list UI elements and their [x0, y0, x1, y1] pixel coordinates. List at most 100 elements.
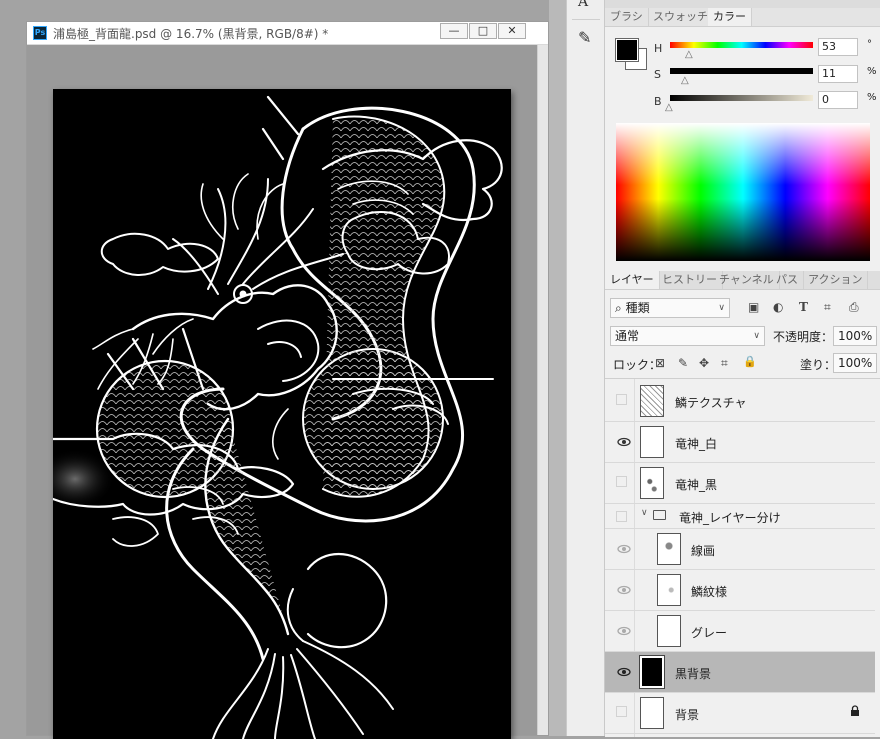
- close-button[interactable]: ✕: [498, 23, 526, 39]
- layer-row-gray[interactable]: グレー: [605, 611, 875, 652]
- saturation-unit: %: [867, 66, 877, 77]
- fill-field[interactable]: 100%: [833, 353, 877, 373]
- panel-gap: [549, 0, 566, 736]
- eye-icon[interactable]: [617, 583, 631, 597]
- tab-swatches[interactable]: スウォッチ: [648, 8, 714, 26]
- hue-slider-thumb[interactable]: △: [685, 50, 693, 60]
- adjustment-filter-icon[interactable]: ◐: [773, 300, 783, 314]
- layer-row-line-art[interactable]: 線画: [605, 529, 875, 570]
- tool-strip: A ✎: [566, 0, 605, 736]
- brightness-label: B: [654, 95, 662, 108]
- smartobject-filter-icon[interactable]: ⎙: [849, 300, 859, 315]
- layer-name[interactable]: 鱗紋様: [691, 583, 727, 600]
- saturation-label: S: [654, 68, 661, 81]
- hue-label: H: [654, 42, 663, 55]
- tab-channels[interactable]: チャンネル: [714, 271, 780, 289]
- opacity-label: 不透明度：: [773, 330, 834, 344]
- brush-tool-icon[interactable]: ✎: [578, 28, 591, 47]
- document-title-bar[interactable]: Ps 浦島極_背面龍.psd @ 16.7% (黒背景, RGB/8#) * —…: [27, 22, 548, 45]
- tab-paths[interactable]: パス: [771, 271, 804, 289]
- visibility-toggle[interactable]: [616, 511, 627, 522]
- lock-position-icon[interactable]: ✥: [699, 356, 709, 370]
- chevron-down-icon: ∨: [718, 303, 725, 313]
- right-panels: ブラシ スウォッチ カラー H △ 53 ° S △ 11 % B △ 0 % …: [605, 0, 880, 737]
- layer-name[interactable]: グレー: [691, 624, 727, 641]
- lock-all-icon[interactable]: 🔒: [743, 355, 757, 368]
- layer-thumbnail: [657, 615, 681, 647]
- lock-transparent-icon[interactable]: ⊠: [655, 356, 665, 370]
- layer-row-background[interactable]: 背景: [605, 693, 875, 734]
- brightness-slider-thumb[interactable]: △: [665, 103, 673, 113]
- saturation-slider[interactable]: [670, 68, 813, 74]
- panel-top-strip: [605, 0, 880, 8]
- layer-row-dragon-white[interactable]: 竜神_白: [605, 422, 875, 463]
- brightness-slider[interactable]: [670, 95, 813, 101]
- dragon-artwork-canvas[interactable]: [53, 89, 511, 739]
- vertical-scrollbar[interactable]: [537, 45, 548, 735]
- lock-label: ロック：: [613, 358, 662, 372]
- layer-name[interactable]: 黒背景: [675, 665, 711, 682]
- visibility-toggle[interactable]: [616, 476, 627, 487]
- layer-row-scale-pattern[interactable]: 鱗紋様: [605, 570, 875, 611]
- tab-color[interactable]: カラー: [708, 8, 752, 26]
- layer-row-scale-texture[interactable]: 鱗テクスチャ: [605, 381, 875, 422]
- hue-unit: °: [867, 39, 872, 50]
- opacity-field[interactable]: 100%: [833, 326, 877, 346]
- layer-thumbnail: [657, 574, 681, 606]
- visibility-toggle[interactable]: [616, 706, 627, 717]
- document-window: Ps 浦島極_背面龍.psd @ 16.7% (黒背景, RGB/8#) * —…: [26, 21, 549, 739]
- layer-thumbnail: [640, 467, 664, 499]
- folder-icon: [653, 510, 666, 520]
- fill-label: 塗り：: [800, 358, 837, 372]
- eye-icon[interactable]: [617, 542, 631, 556]
- tab-actions[interactable]: アクション: [803, 271, 869, 289]
- brightness-value-field[interactable]: 0: [818, 91, 858, 109]
- layer-name[interactable]: 鱗テクスチャ: [675, 394, 747, 411]
- canvas-area[interactable]: [27, 45, 548, 739]
- lock-icon: [850, 705, 860, 717]
- blend-mode-dropdown[interactable]: 通常 ∨: [610, 326, 765, 346]
- layer-row-black-background[interactable]: 黒背景: [605, 652, 875, 693]
- color-spectrum[interactable]: [616, 123, 870, 261]
- layer-list: 鱗テクスチャ 竜神_白 竜神_黒 ∨ 竜神_レイヤー分け 線画 鱗紋様 グレー …: [605, 378, 880, 737]
- spectrum-scroll: [870, 190, 880, 260]
- layer-thumbnail: [639, 655, 665, 689]
- layers-panel-tabs: レイヤー ヒストリー チャンネル パス アクション: [605, 271, 880, 290]
- eye-icon[interactable]: [617, 665, 631, 679]
- layer-name[interactable]: 竜神_黒: [675, 476, 717, 493]
- type-tool-icon[interactable]: A: [578, 0, 588, 10]
- hue-slider[interactable]: [670, 42, 813, 48]
- shape-filter-icon[interactable]: ⌗: [824, 300, 831, 315]
- tab-brush[interactable]: ブラシ: [605, 8, 649, 26]
- layer-name[interactable]: 線画: [691, 542, 715, 559]
- layer-thumbnail: [640, 697, 664, 729]
- search-icon: ⌕: [615, 301, 622, 315]
- layer-thumbnail: [657, 533, 681, 565]
- saturation-slider-thumb[interactable]: △: [681, 76, 689, 86]
- minimize-button[interactable]: —: [440, 23, 468, 39]
- layer-name[interactable]: 背景: [675, 706, 699, 723]
- color-panel-tabs: ブラシ スウォッチ カラー: [605, 8, 880, 27]
- type-filter-icon[interactable]: T: [799, 300, 808, 314]
- hue-value-field[interactable]: 53: [818, 38, 858, 56]
- foreground-color-swatch[interactable]: [615, 38, 639, 62]
- eye-icon[interactable]: [617, 435, 631, 449]
- layer-name[interactable]: 竜神_レイヤー分け: [679, 509, 781, 526]
- lock-artboard-icon[interactable]: ⌗: [721, 356, 728, 371]
- eye-icon[interactable]: [617, 624, 631, 638]
- layer-group-dragon-split[interactable]: ∨ 竜神_レイヤー分け: [605, 504, 875, 529]
- layer-name[interactable]: 竜神_白: [675, 435, 717, 452]
- layer-filter-dropdown[interactable]: ⌕ 種類 ∨: [610, 298, 730, 318]
- pixel-filter-icon[interactable]: ▣: [748, 300, 759, 314]
- layer-thumbnail: [640, 385, 664, 417]
- brightness-unit: %: [867, 92, 877, 103]
- layer-row-dragon-black[interactable]: 竜神_黒: [605, 463, 875, 504]
- tool-divider: [572, 19, 600, 20]
- chevron-down-icon: ∨: [753, 331, 760, 341]
- lock-pixels-icon[interactable]: ✎: [678, 356, 688, 370]
- chevron-down-icon[interactable]: ∨: [641, 508, 648, 518]
- tab-layers[interactable]: レイヤー: [605, 271, 660, 289]
- maximize-button[interactable]: □: [469, 23, 497, 39]
- visibility-toggle[interactable]: [616, 394, 627, 405]
- saturation-value-field[interactable]: 11: [818, 65, 858, 83]
